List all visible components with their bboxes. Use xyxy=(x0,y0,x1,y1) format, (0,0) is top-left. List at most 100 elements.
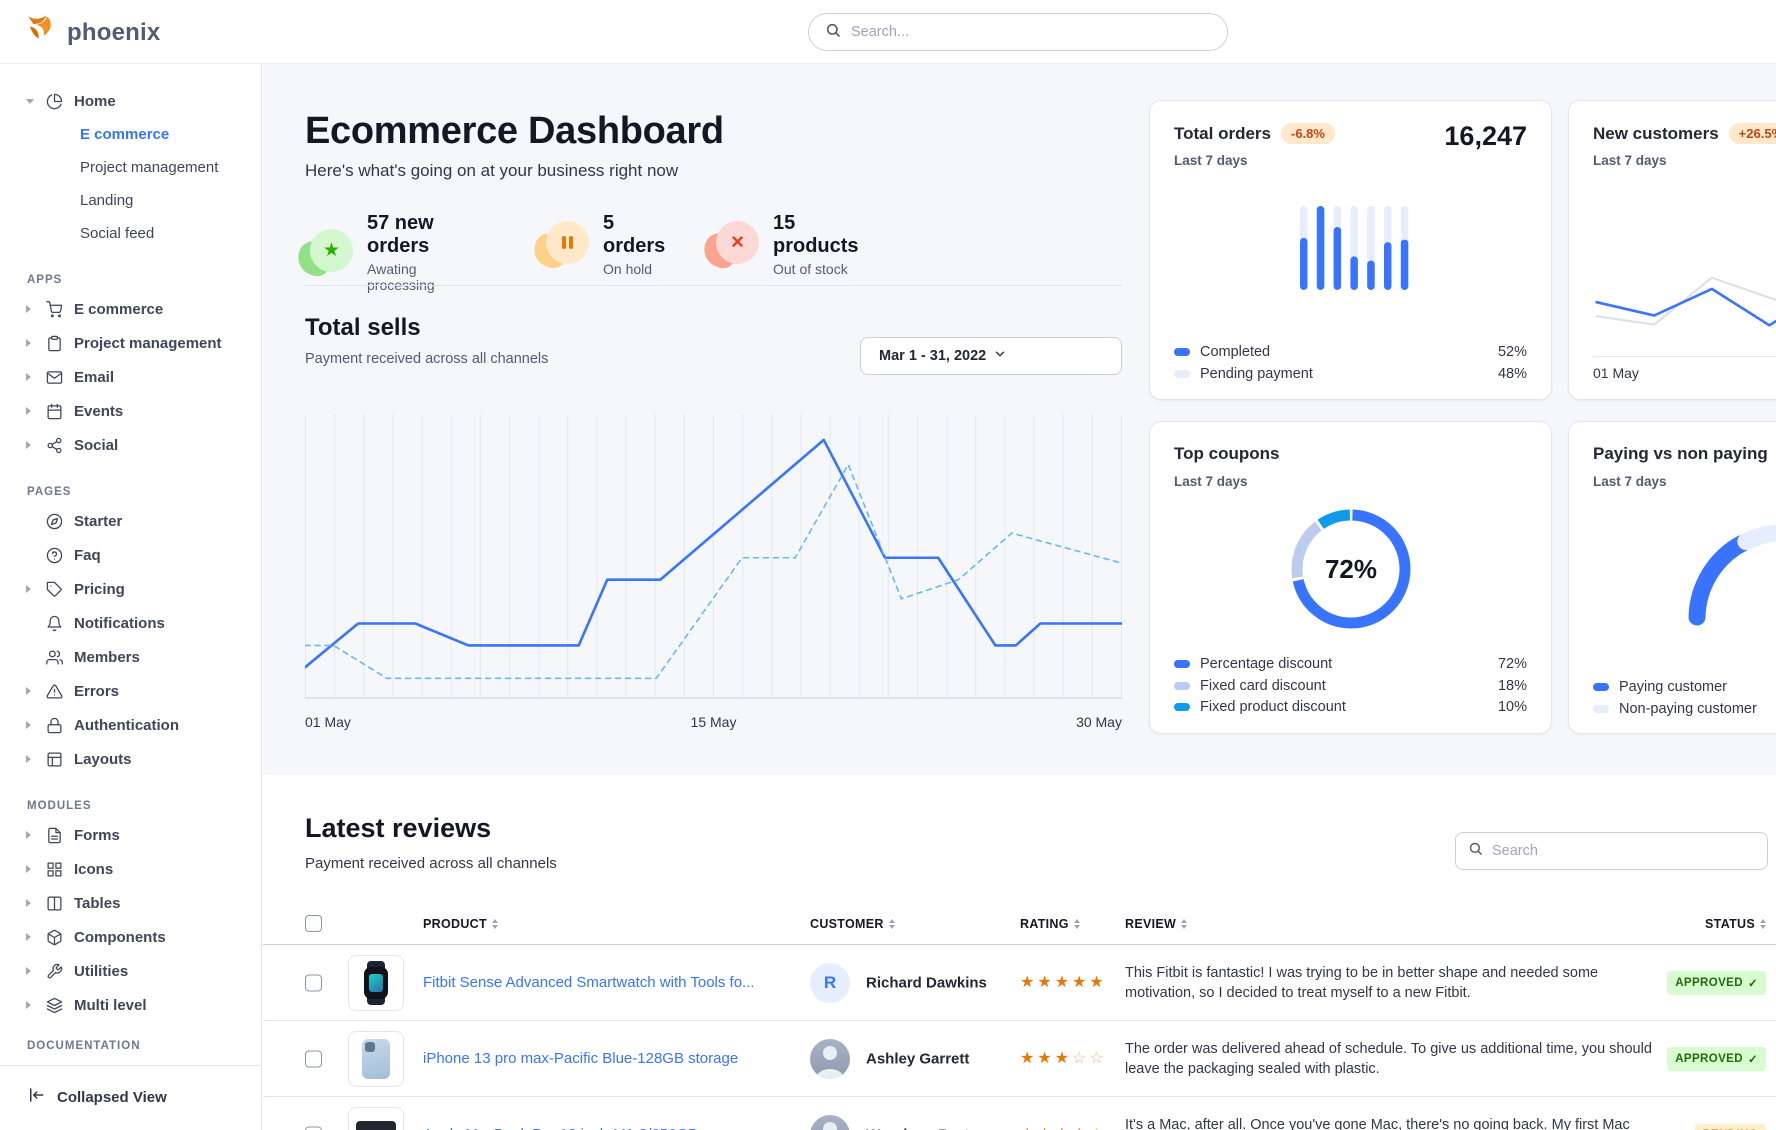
sidebar-item-home[interactable]: Home xyxy=(0,84,261,118)
avatar: R xyxy=(810,963,850,1003)
legend-value: 10% xyxy=(1498,699,1527,715)
date-range-select[interactable]: Mar 1 - 31, 2022 xyxy=(860,337,1122,375)
layout-icon xyxy=(45,750,63,768)
stat-value: 57 new orders xyxy=(367,212,435,258)
donut-center-label: 72% xyxy=(1286,504,1416,634)
reviews-search-input[interactable] xyxy=(1492,843,1755,859)
customer-name: Richard Dawkins xyxy=(866,974,987,991)
sidebar-item-forms[interactable]: Forms xyxy=(0,818,261,852)
sidebar-section-apps: APPS xyxy=(0,274,261,286)
sidebar-item-events[interactable]: Events xyxy=(0,394,261,428)
mail-icon xyxy=(45,368,63,386)
page-subtitle: Here's what's going on at your business … xyxy=(305,161,678,181)
sidebar-item-icons[interactable]: Icons xyxy=(0,852,261,886)
select-all-checkbox[interactable] xyxy=(305,915,322,932)
sidebar-item-label: Errors xyxy=(74,683,119,700)
sidebar-item-multi-level[interactable]: Multi level xyxy=(0,988,261,1022)
sidebar-item-label: Notifications xyxy=(74,615,165,632)
package-icon xyxy=(45,928,63,946)
app-root: phoenix Home E commerce Project manageme… xyxy=(0,0,1776,1130)
row-checkbox[interactable] xyxy=(305,1127,322,1130)
check-icon: ✓ xyxy=(1748,1052,1758,1066)
card-title: Top coupons xyxy=(1174,444,1279,464)
product-link[interactable]: Apple MacBook Pro 13 inch-M1-8/256GB-spa… xyxy=(423,1126,777,1130)
sidebar-item-utilities[interactable]: Utilities xyxy=(0,954,261,988)
axis-label: 30 May xyxy=(1076,714,1122,730)
sidebar-item-label: Starter xyxy=(74,513,122,530)
table-header: PRODUCT CUSTOMER RATING REVIEW STATUS xyxy=(263,911,1776,945)
pause-icon xyxy=(541,221,589,269)
stat-new-orders: ★ 57 new orders Awating processing xyxy=(305,212,435,293)
sidebar-item-members[interactable]: Members xyxy=(0,640,261,674)
sidebar-item-social[interactable]: Social xyxy=(0,428,261,462)
product-link[interactable]: Fitbit Sense Advanced Smartwatch with To… xyxy=(423,974,755,991)
column-header-rating[interactable]: RATING xyxy=(1020,917,1080,931)
axis-line xyxy=(1593,356,1776,357)
card-period: Last 7 days xyxy=(1174,153,1248,168)
sidebar-item-email[interactable]: Email xyxy=(0,360,261,394)
sort-icon xyxy=(492,919,498,929)
paying-vs-nonpaying-card: Paying vs non paying Last 7 days Paying … xyxy=(1568,421,1776,734)
sidebar-item-label: Home xyxy=(74,93,116,110)
page-title: Ecommerce Dashboard xyxy=(305,110,724,153)
chevron-down-icon xyxy=(993,347,1107,365)
chevron-right-icon xyxy=(26,933,34,941)
check-icon: ✓ xyxy=(1748,976,1758,990)
sidebar-item-errors[interactable]: Errors xyxy=(0,674,261,708)
sidebar-item-label: E commerce xyxy=(74,301,163,318)
sidebar-item-authentication[interactable]: Authentication xyxy=(0,708,261,742)
sidebar-item-label: Email xyxy=(74,369,114,386)
date-range-value: Mar 1 - 31, 2022 xyxy=(879,348,993,364)
sidebar-item-faq[interactable]: Faq xyxy=(0,538,261,572)
chevron-right-icon xyxy=(26,339,34,347)
column-header-review[interactable]: REVIEW xyxy=(1125,917,1655,931)
top-navbar: phoenix xyxy=(0,0,1776,64)
sidebar-item-social-feed[interactable]: Social feed xyxy=(0,217,261,250)
sidebar-item-pricing[interactable]: Pricing xyxy=(0,572,261,606)
product-link[interactable]: iPhone 13 pro max-Pacific Blue-128GB sto… xyxy=(423,1050,738,1067)
sidebar-item-layouts[interactable]: Layouts xyxy=(0,742,261,776)
status-badge: APPROVED✓ xyxy=(1667,1047,1766,1071)
legend-value: 18% xyxy=(1498,678,1527,694)
search-input[interactable] xyxy=(851,24,1211,40)
grid-icon xyxy=(45,860,63,878)
alert-triangle-icon xyxy=(45,682,63,700)
compass-icon xyxy=(45,512,63,530)
sidebar-item-starter[interactable]: Starter xyxy=(0,504,261,538)
rating-stars: ★★★★★ xyxy=(1020,975,1105,991)
sidebar-item-label: Events xyxy=(74,403,123,420)
collapse-sidebar-button[interactable]: Collapsed View xyxy=(0,1086,261,1108)
sidebar-item-label: Tables xyxy=(74,895,120,912)
sidebar-item-label: Utilities xyxy=(74,963,128,980)
pie-chart-icon xyxy=(45,92,63,110)
column-header-product[interactable]: PRODUCT xyxy=(423,917,798,931)
customer-name: Ashley Garrett xyxy=(866,1050,969,1067)
column-header-status[interactable]: STATUS xyxy=(1705,917,1766,931)
avatar xyxy=(810,1115,850,1130)
avatar xyxy=(810,1039,850,1079)
sidebar-item-label: Faq xyxy=(74,547,101,564)
review-text: It's a Mac, after all. Once you've gone … xyxy=(1125,1115,1655,1130)
row-checkbox[interactable] xyxy=(305,1050,322,1067)
legend-label: Completed xyxy=(1200,344,1498,360)
sidebar-item-ecommerce-app[interactable]: E commerce xyxy=(0,292,261,326)
arrow-bar-left-icon xyxy=(27,1086,45,1108)
brand-name: phoenix xyxy=(67,19,160,47)
column-header-customer[interactable]: CUSTOMER xyxy=(810,917,895,931)
chevron-right-icon xyxy=(26,967,34,975)
legend-swatch xyxy=(1174,682,1190,690)
row-checkbox[interactable] xyxy=(305,974,322,991)
legend-label: Fixed card discount xyxy=(1200,678,1498,694)
sidebar-item-landing[interactable]: Landing xyxy=(0,184,261,217)
sort-icon xyxy=(889,919,895,929)
sidebar-item-project-management[interactable]: Project management xyxy=(0,151,261,184)
sidebar-item-ecommerce[interactable]: E commerce xyxy=(0,118,261,151)
chevron-right-icon xyxy=(26,305,34,313)
sidebar-item-notifications[interactable]: Notifications xyxy=(0,606,261,640)
sidebar-item-project-management-app[interactable]: Project management xyxy=(0,326,261,360)
sidebar-item-components[interactable]: Components xyxy=(0,920,261,954)
table-row: Fitbit Sense Advanced Smartwatch with To… xyxy=(263,945,1776,1021)
brand-logo[interactable]: phoenix xyxy=(24,13,160,52)
sidebar-item-tables[interactable]: Tables xyxy=(0,886,261,920)
card-period: Last 7 days xyxy=(1174,474,1248,489)
